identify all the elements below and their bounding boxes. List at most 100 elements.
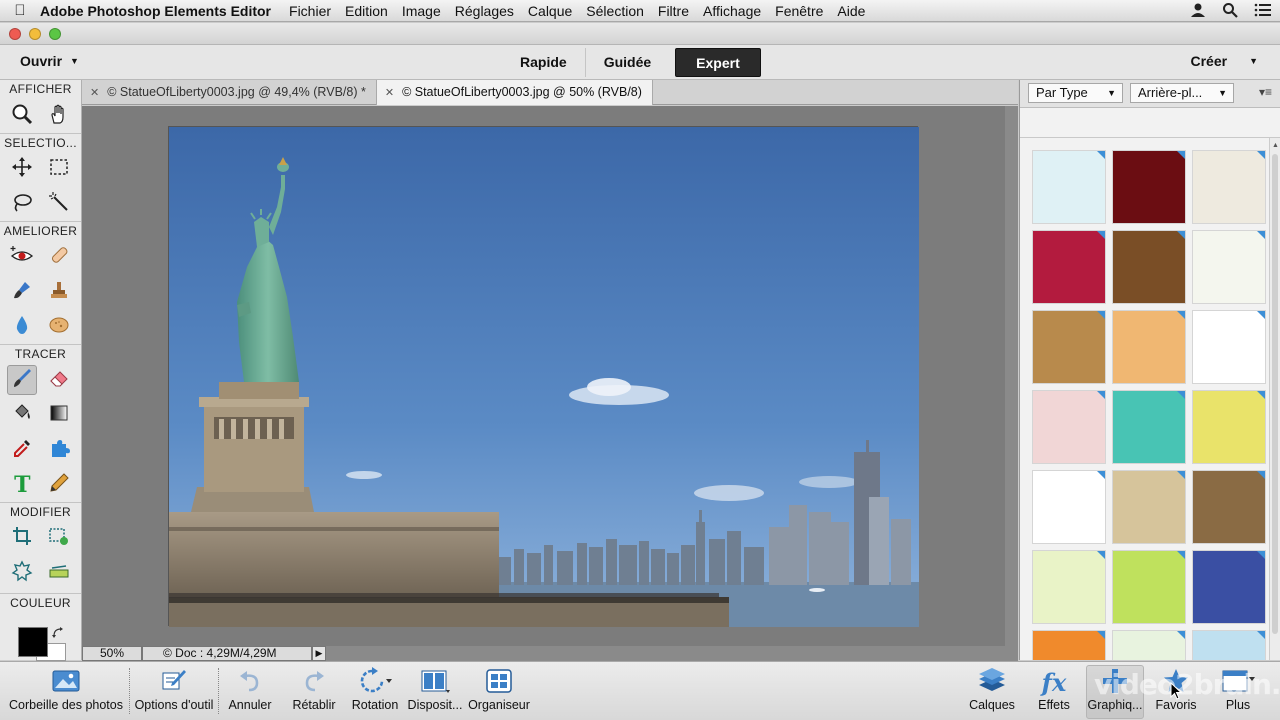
background-thumbnail[interactable] xyxy=(1192,550,1266,624)
layers-button[interactable]: Calques xyxy=(964,666,1020,712)
pencil-tool[interactable] xyxy=(44,470,74,500)
open-button[interactable]: Ouvrir ▼ xyxy=(20,53,79,69)
tool-options-icon xyxy=(160,668,188,697)
water-drop-icon xyxy=(11,314,33,339)
background-thumbnail[interactable] xyxy=(1032,230,1106,304)
create-button[interactable]: Créer ▼ xyxy=(1190,53,1258,69)
eyedropper-tool[interactable] xyxy=(7,435,37,465)
layout-button[interactable]: Disposit... xyxy=(405,666,465,712)
background-thumbnail[interactable] xyxy=(1192,150,1266,224)
category-dropdown[interactable]: Arrière-pl... ▼ xyxy=(1130,83,1234,103)
paint-bucket-tool[interactable] xyxy=(7,400,37,430)
eraser-tool[interactable] xyxy=(44,365,74,395)
statue-of-liberty-photo[interactable] xyxy=(168,126,919,627)
brush-tool[interactable] xyxy=(7,364,38,395)
swap-colors-icon[interactable] xyxy=(52,627,64,642)
organizer-button[interactable]: Organiseur xyxy=(466,666,532,712)
close-tab-icon[interactable]: ✕ xyxy=(90,87,99,99)
zoom-level-field[interactable]: 50% xyxy=(82,646,142,661)
zoom-tool[interactable] xyxy=(7,101,37,131)
background-thumbnail[interactable] xyxy=(1112,470,1186,544)
background-thumbnail[interactable] xyxy=(1032,470,1106,544)
scroll-up-icon[interactable]: ▲ xyxy=(1272,142,1279,149)
background-thumbnail[interactable] xyxy=(1032,390,1106,464)
spot-healing-tool[interactable] xyxy=(44,242,74,272)
document-info: © Doc : 4,29M/4,29M xyxy=(142,646,312,661)
lasso-tool[interactable] xyxy=(7,189,37,219)
menu-fichier[interactable]: Fichier xyxy=(289,3,331,19)
background-thumbnail[interactable] xyxy=(1032,150,1106,224)
menu-aide[interactable]: Aide xyxy=(837,3,865,19)
background-thumbnail[interactable] xyxy=(1192,470,1266,544)
rectangular-marquee-tool[interactable] xyxy=(44,154,74,184)
background-thumbnail[interactable] xyxy=(1112,150,1186,224)
section-modifier: MODIFIER xyxy=(0,502,81,520)
notification-list-icon[interactable] xyxy=(1254,2,1272,22)
redo-button[interactable]: Rétablir xyxy=(286,666,342,712)
magic-wand-tool[interactable] xyxy=(44,189,74,219)
doc-tab-1[interactable]: ✕ © StatueOfLiberty0003.jpg @ 49,4% (RVB/… xyxy=(82,80,377,105)
spotlight-search-icon[interactable] xyxy=(1222,2,1238,22)
canvas-area[interactable] xyxy=(82,106,1005,646)
menu-reglages[interactable]: Réglages xyxy=(455,3,514,19)
smart-brush-tool[interactable] xyxy=(7,277,37,307)
filter-type-dropdown[interactable]: Par Type ▼ xyxy=(1028,83,1123,103)
apple-icon[interactable]:  xyxy=(0,2,40,19)
mode-rapide[interactable]: Rapide xyxy=(502,48,586,77)
blur-tool[interactable] xyxy=(7,312,37,342)
background-thumbnail[interactable] xyxy=(1032,630,1106,660)
menu-affichage[interactable]: Affichage xyxy=(703,3,761,19)
menu-selection[interactable]: Sélection xyxy=(586,3,644,19)
type-tool[interactable]: T xyxy=(7,470,37,500)
mode-expert[interactable]: Expert xyxy=(675,48,761,77)
menu-fenetre[interactable]: Fenêtre xyxy=(775,3,823,19)
effects-button[interactable]: fx Effets xyxy=(1028,666,1080,713)
hand-tool[interactable] xyxy=(44,101,74,131)
background-thumbnail[interactable] xyxy=(1032,310,1106,384)
sponge-tool[interactable] xyxy=(44,312,74,342)
close-tab-icon[interactable]: ✕ xyxy=(385,87,394,99)
background-thumbnail[interactable] xyxy=(1192,230,1266,304)
clone-stamp-tool[interactable] xyxy=(44,277,74,307)
custom-shape-tool[interactable] xyxy=(44,435,74,465)
background-thumbnail[interactable] xyxy=(1112,310,1186,384)
menu-edition[interactable]: Edition xyxy=(345,3,388,19)
user-icon[interactable] xyxy=(1190,2,1206,22)
recompose-tool[interactable] xyxy=(44,523,74,553)
background-thumbnail[interactable] xyxy=(1112,230,1186,304)
red-eye-tool[interactable] xyxy=(7,242,37,272)
undo-button[interactable]: Annuler xyxy=(222,666,278,712)
fx-icon: fx xyxy=(1041,667,1067,697)
panel-scrollbar[interactable]: ▲ xyxy=(1269,138,1280,660)
crop-tool[interactable] xyxy=(7,523,37,553)
background-thumbnail[interactable] xyxy=(1032,550,1106,624)
background-thumbnail[interactable] xyxy=(1112,550,1186,624)
background-thumbnail[interactable] xyxy=(1192,390,1266,464)
cookie-cutter-tool[interactable] xyxy=(7,558,37,588)
zoom-window-button[interactable] xyxy=(49,28,61,40)
minimize-window-button[interactable] xyxy=(29,28,41,40)
move-tool[interactable] xyxy=(7,154,37,184)
menu-image[interactable]: Image xyxy=(402,3,441,19)
background-thumbnail[interactable] xyxy=(1112,630,1186,660)
tool-options-button[interactable]: Options d'outil xyxy=(130,666,218,712)
background-thumbnail[interactable] xyxy=(1112,390,1186,464)
rotate-button[interactable]: Rotation xyxy=(347,666,403,712)
mode-guidee[interactable]: Guidée xyxy=(586,48,669,77)
background-thumbnail[interactable] xyxy=(1192,630,1266,660)
straighten-tool[interactable] xyxy=(44,558,74,588)
menu-filtre[interactable]: Filtre xyxy=(658,3,689,19)
app-name-menu[interactable]: Adobe Photoshop Elements Editor xyxy=(40,3,271,19)
menu-calque[interactable]: Calque xyxy=(528,3,572,19)
foreground-color-swatch[interactable] xyxy=(18,627,48,657)
undo-label: Annuler xyxy=(228,698,272,712)
status-menu-arrow-icon[interactable]: ▶ xyxy=(312,646,326,661)
photo-bin-button[interactable]: Corbeille des photos xyxy=(4,666,128,712)
gradient-tool[interactable] xyxy=(44,400,74,430)
close-window-button[interactable] xyxy=(9,28,21,40)
puzzle-shape-icon xyxy=(48,437,70,462)
background-thumbnail[interactable] xyxy=(1192,310,1266,384)
panel-menu-icon[interactable]: ▾≡ xyxy=(1259,85,1272,99)
tool-options-label: Options d'outil xyxy=(134,698,214,712)
doc-tab-2[interactable]: ✕ © StatueOfLiberty0003.jpg @ 50% (RVB/8) xyxy=(376,80,653,105)
